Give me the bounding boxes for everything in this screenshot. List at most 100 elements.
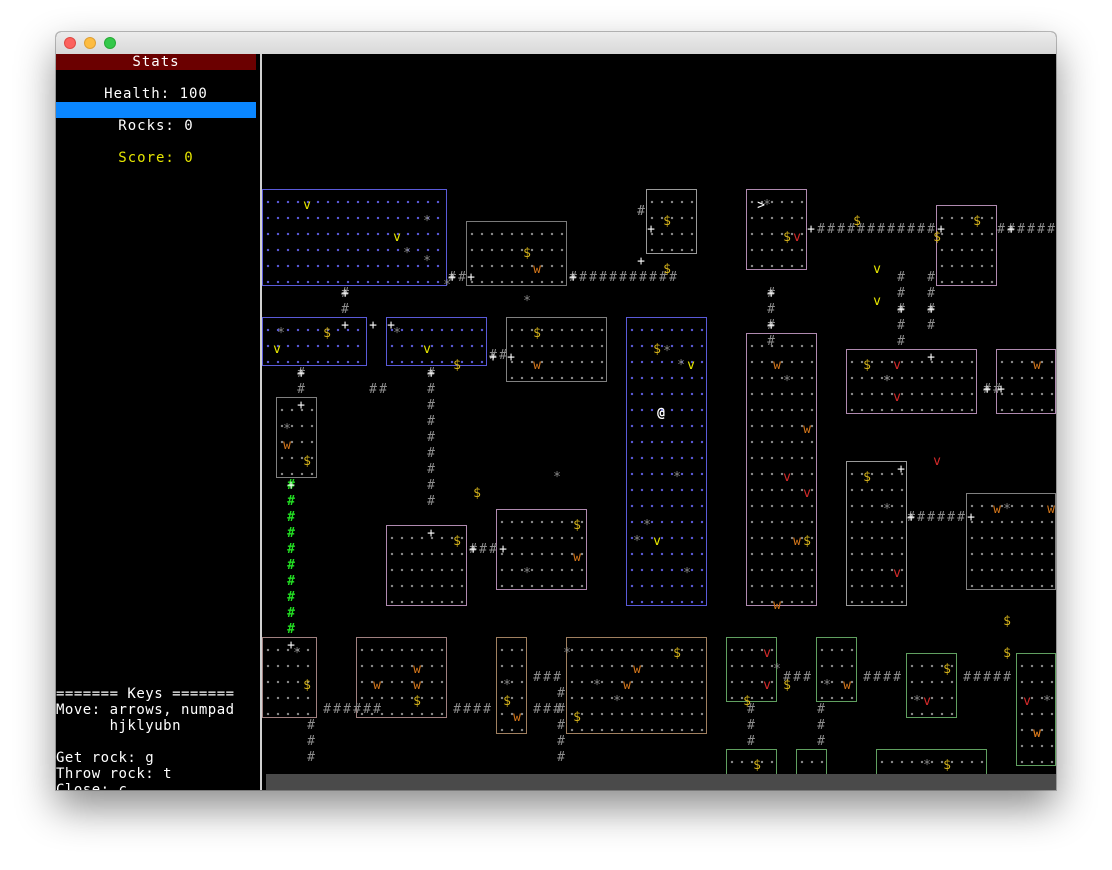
rock-glyph: * — [423, 254, 431, 269]
corridor-tile: # — [937, 510, 945, 525]
rock-glyph: * — [883, 502, 891, 517]
corridor-tile: # — [1027, 222, 1035, 237]
health-bar — [56, 102, 256, 118]
gold-glyph: $ — [323, 326, 331, 341]
door-tile: + — [647, 222, 655, 237]
door-tile: + — [507, 350, 515, 365]
corridor-tile: # — [557, 750, 565, 765]
minimize-window-button[interactable] — [84, 37, 96, 49]
lit-corridor-tile: # — [287, 510, 295, 525]
player-glyph: @ — [657, 406, 665, 421]
corridor-tile: # — [297, 382, 305, 397]
corridor-tile: # — [557, 686, 565, 701]
health-label: Health: 100 — [104, 86, 208, 102]
dungeon-map: # # # # # # # # # # # # # # # # # # # # # # # # # # # # # # # # # # # # # # # #… — [262, 54, 1056, 774]
vampire-glyph: v — [933, 454, 941, 469]
corridor-tile: # — [489, 542, 497, 557]
door-tile: + — [427, 366, 435, 381]
corridor-tile: # — [427, 446, 435, 461]
corridor-tile: # — [341, 302, 349, 317]
gold-glyph: $ — [653, 342, 661, 357]
gold-glyph: $ — [1003, 646, 1011, 661]
wolf-glyph: w — [843, 678, 851, 693]
door-tile: + — [767, 318, 775, 333]
corridor-tile: # — [917, 222, 925, 237]
door-tile: + — [297, 398, 305, 413]
rock-glyph: * — [663, 344, 671, 359]
gold-glyph: $ — [863, 358, 871, 373]
maximize-window-button[interactable] — [104, 37, 116, 49]
corridor-tile: # — [619, 270, 627, 285]
vampire-glyph: v — [1023, 694, 1031, 709]
rock-glyph: * — [553, 470, 561, 485]
corridor-tile: # — [379, 382, 387, 397]
gold-glyph: $ — [753, 758, 761, 773]
gold-glyph: $ — [473, 486, 481, 501]
corridor-tile: # — [1037, 222, 1045, 237]
wolf-glyph: w — [793, 534, 801, 549]
rock-glyph: * — [277, 326, 285, 341]
door-tile: + — [807, 222, 815, 237]
wolf-glyph: w — [413, 678, 421, 693]
rock-glyph: * — [423, 214, 431, 229]
room-floor — [847, 462, 906, 605]
door-tile: + — [341, 286, 349, 301]
door-tile: + — [469, 542, 477, 557]
gold-glyph: $ — [1003, 614, 1011, 629]
door-tile: + — [369, 318, 377, 333]
corridor-tile: # — [323, 702, 331, 717]
door-tile: + — [499, 542, 507, 557]
corridor-tile: # — [993, 670, 1001, 685]
rocks-label: Rocks: 0 — [118, 118, 194, 134]
rock-glyph: * — [673, 470, 681, 485]
corridor-tile: # — [427, 430, 435, 445]
wolf-glyph: w — [1047, 502, 1055, 517]
corridor-tile: # — [557, 702, 565, 717]
wolf-glyph: w — [373, 678, 381, 693]
corridor-tile: # — [553, 670, 561, 685]
rock-glyph: * — [283, 422, 291, 437]
corridor-tile: # — [533, 702, 541, 717]
vampire-glyph: v — [763, 678, 771, 693]
corridor-tile: # — [483, 702, 491, 717]
vampire-glyph: v — [783, 470, 791, 485]
corridor-tile: # — [907, 222, 915, 237]
vampire-glyph: v — [793, 230, 801, 245]
viper-glyph: v — [393, 230, 401, 245]
door-tile: + — [997, 382, 1005, 397]
gold-glyph: $ — [853, 214, 861, 229]
rock-glyph: * — [913, 694, 921, 709]
door-tile: + — [427, 526, 435, 541]
wolf-glyph: w — [533, 262, 541, 277]
room-r2 — [466, 221, 567, 286]
door-tile: + — [983, 382, 991, 397]
room-floor — [467, 222, 566, 285]
close-window-button[interactable] — [64, 37, 76, 49]
rock-glyph: * — [523, 294, 531, 309]
corridor-tile: # — [837, 222, 845, 237]
corridor-tile: # — [997, 222, 1005, 237]
rock-glyph: * — [563, 646, 571, 661]
gold-glyph: $ — [573, 710, 581, 725]
corridor-tile: # — [629, 270, 637, 285]
viper-glyph: v — [273, 342, 281, 357]
corridor-tile: # — [817, 222, 825, 237]
corridor-tile: # — [373, 702, 381, 717]
corridor-tile: # — [363, 702, 371, 717]
score-label: Score: 0 — [118, 150, 194, 166]
gold-glyph: $ — [303, 454, 311, 469]
door-tile: + — [927, 350, 935, 365]
lit-corridor-tile: # — [287, 494, 295, 509]
rock-glyph: * — [593, 678, 601, 693]
wolf-glyph: w — [513, 710, 521, 725]
corridor-tile: # — [983, 670, 991, 685]
rock-glyph: * — [773, 662, 781, 677]
vampire-glyph: v — [893, 358, 901, 373]
gold-glyph: $ — [943, 662, 951, 677]
window-titlebar — [56, 32, 1056, 55]
corridor-tile: # — [427, 478, 435, 493]
vampire-glyph: v — [803, 486, 811, 501]
corridor-tile: # — [893, 670, 901, 685]
stats-header: Stats — [56, 54, 256, 70]
vampire-glyph: v — [893, 390, 901, 405]
